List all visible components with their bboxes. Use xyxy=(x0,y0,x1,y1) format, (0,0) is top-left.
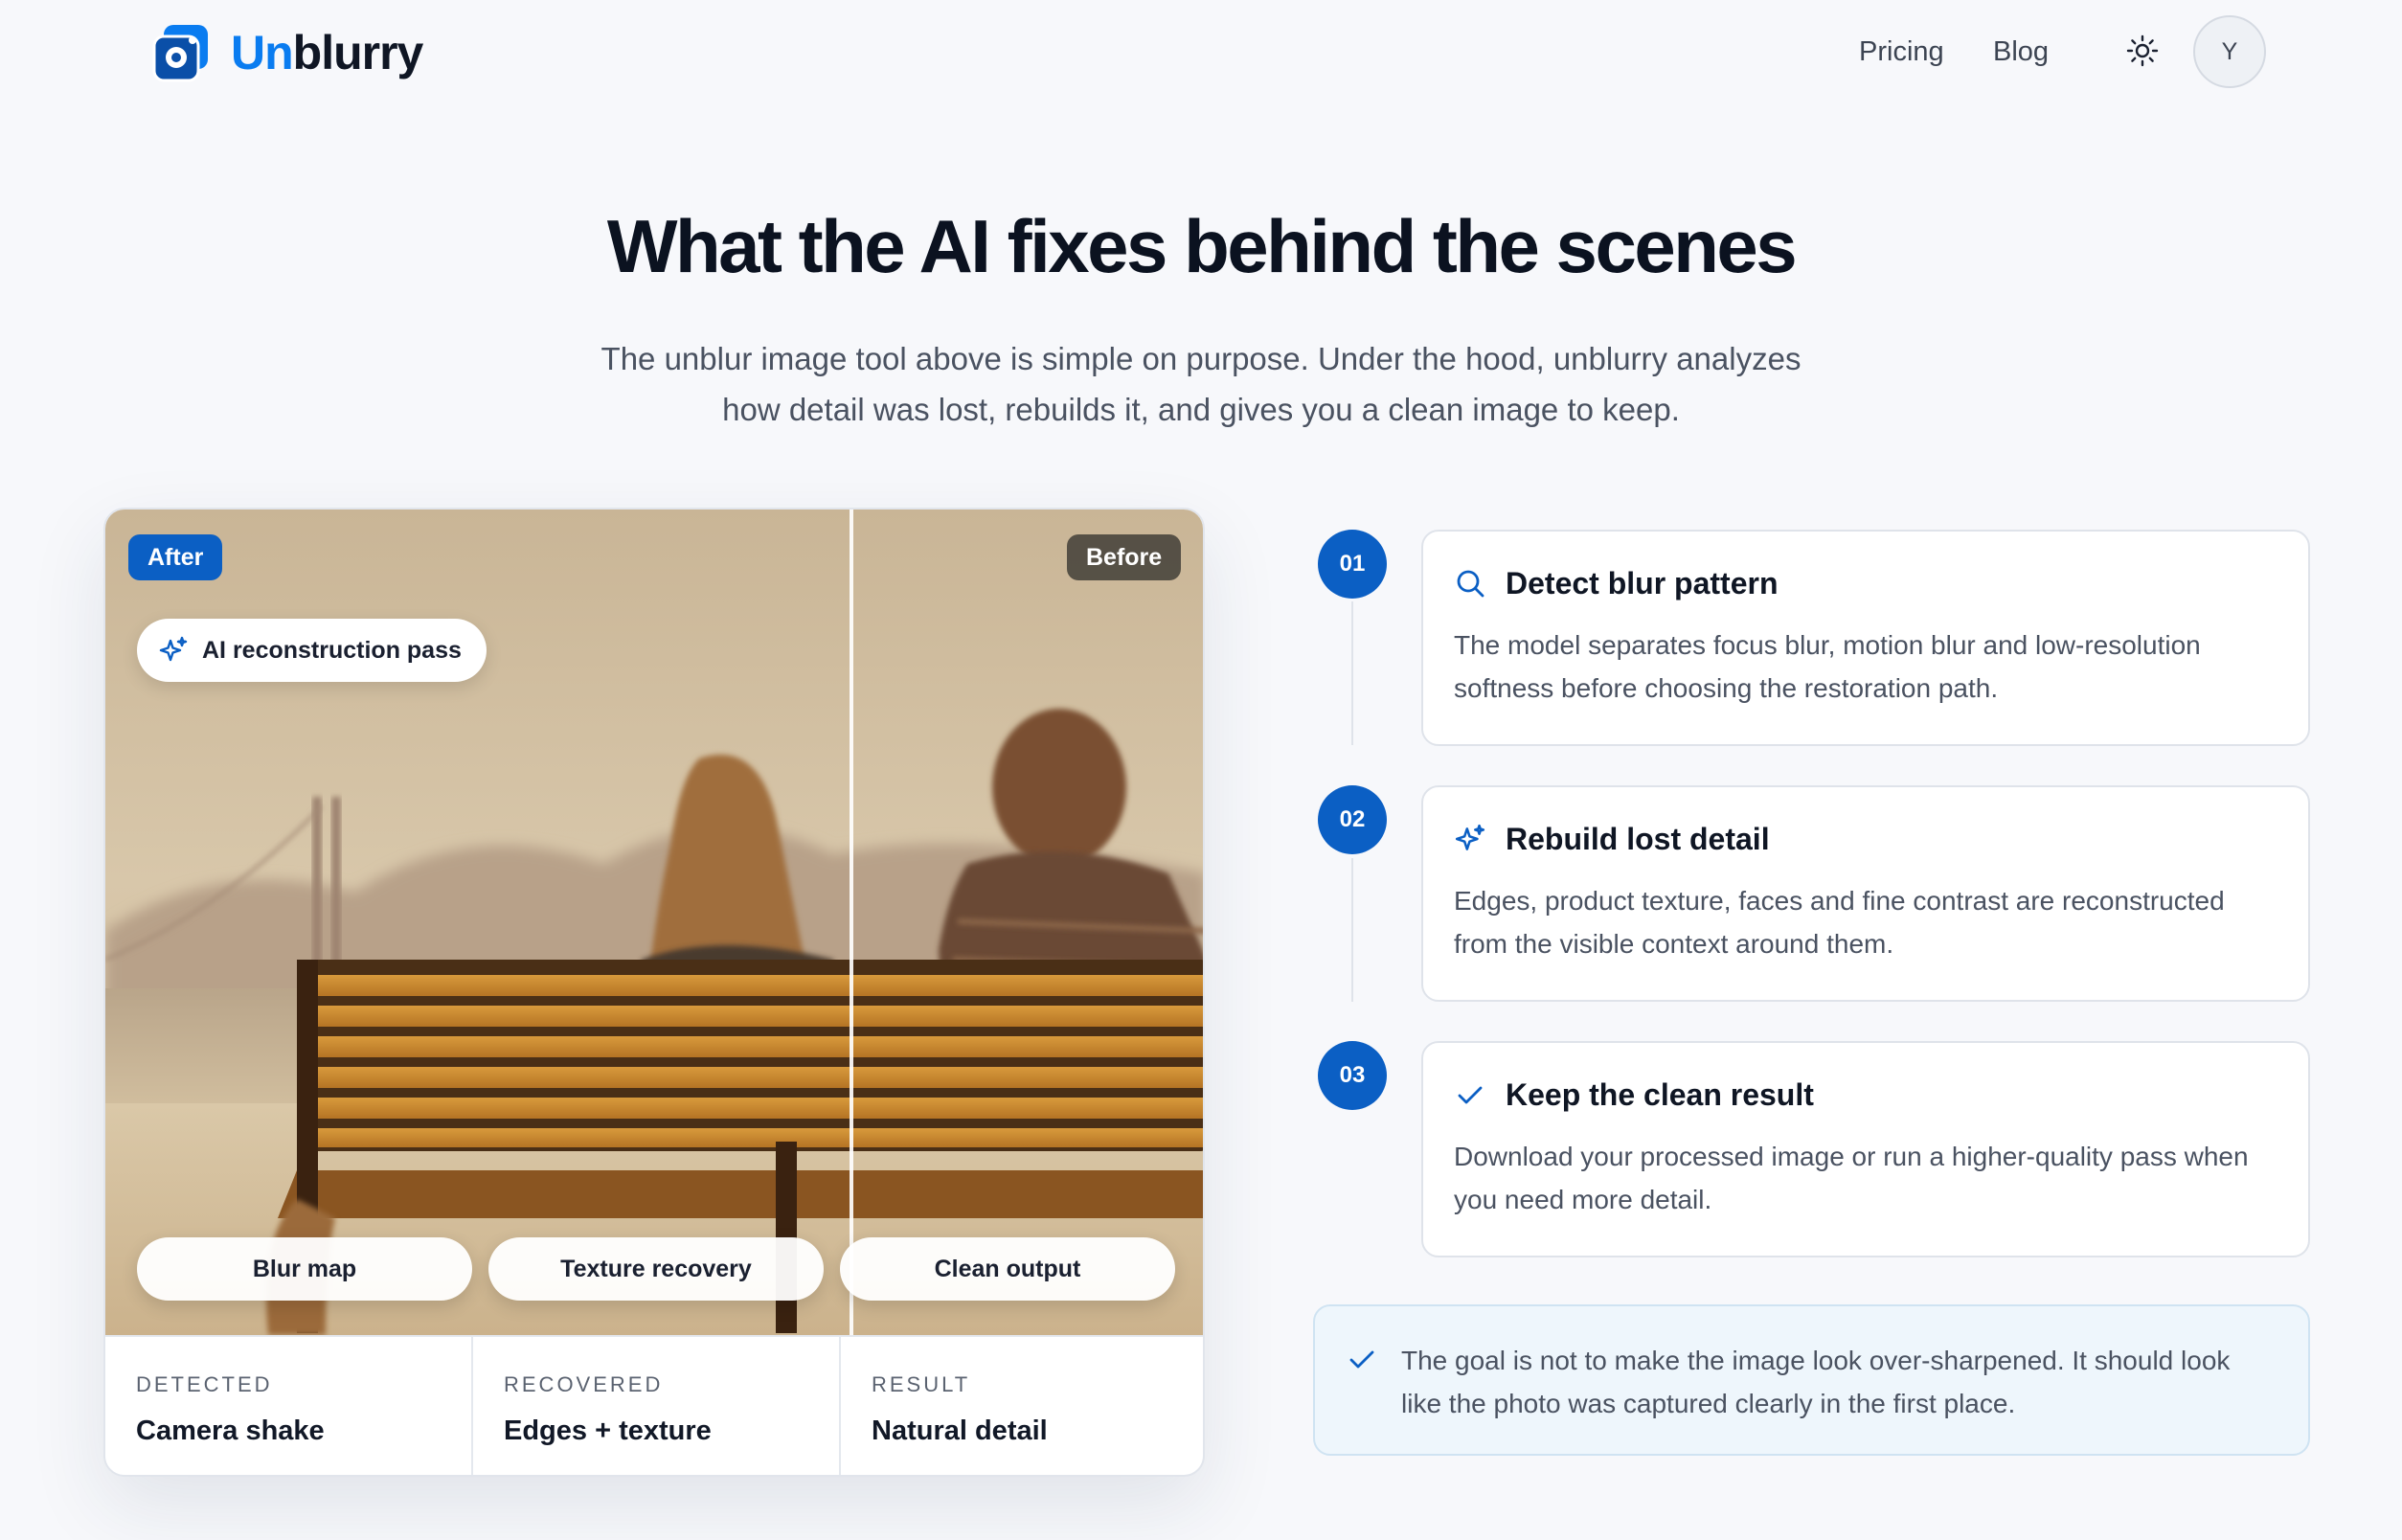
step-number-badge: 02 xyxy=(1318,785,1387,854)
sparkle-icon xyxy=(1455,824,1485,850)
check-icon xyxy=(1349,1350,1374,1369)
ai-reconstruction-pill: AI reconstruction pass xyxy=(137,619,487,682)
step-connector xyxy=(1351,601,1353,745)
check-icon xyxy=(1458,1086,1483,1104)
step-number-badge: 01 xyxy=(1318,530,1387,599)
page: Unblurry Pricing Blog Y What the AI fixe… xyxy=(0,0,2402,1540)
nav-pricing-link[interactable]: Pricing xyxy=(1859,33,1944,71)
stats-row: DETECTED Camera shake RECOVERED Edges + … xyxy=(105,1335,1203,1475)
stat-label: DETECTED xyxy=(136,1372,273,1396)
step-title: Detect blur pattern xyxy=(1506,565,1779,600)
stat-detected: DETECTED Camera shake xyxy=(105,1337,473,1475)
sparkle-icon xyxy=(159,636,188,662)
step-title: Keep the clean result xyxy=(1506,1076,1814,1112)
step-header: Detect blur pattern xyxy=(1454,564,2277,602)
stat-value: Camera shake xyxy=(136,1415,325,1446)
chip-blur-map[interactable]: Blur map xyxy=(137,1237,472,1301)
unblurry-logo-icon xyxy=(152,25,208,82)
avatar-initial: Y xyxy=(2221,37,2238,65)
stat-result: RESULT Natural detail xyxy=(841,1337,1203,1475)
step-description: The model separates focus blur, motion b… xyxy=(1454,630,2201,703)
step-header: Rebuild lost detail xyxy=(1454,820,2277,858)
chip-clean-output[interactable]: Clean output xyxy=(840,1237,1175,1301)
step-description: Edges, product texture, faces and fine c… xyxy=(1454,886,2225,959)
step-description: Download your processed image or run a h… xyxy=(1454,1142,2249,1214)
section-title: What the AI fixes behind the scenes xyxy=(606,204,1798,288)
step-number-badge: 03 xyxy=(1318,1041,1387,1110)
goal-note: The goal is not to make the image look o… xyxy=(1313,1304,2310,1456)
step-connector xyxy=(1351,858,1353,1002)
before-badge: Before xyxy=(1067,534,1182,580)
step-card-detect: Detect blur pattern The model separates … xyxy=(1421,530,2310,746)
chip-texture-recovery[interactable]: Texture recovery xyxy=(488,1237,824,1301)
theme-toggle-button[interactable] xyxy=(2120,29,2164,73)
stat-value: Edges + texture xyxy=(504,1415,712,1446)
stat-recovered: RECOVERED Edges + texture xyxy=(473,1337,841,1475)
step-title: Rebuild lost detail xyxy=(1506,821,1770,856)
compare-slider-handle[interactable] xyxy=(850,510,853,1335)
goal-note-text: The goal is not to make the image look o… xyxy=(1401,1346,2231,1418)
stat-value: Natural detail xyxy=(872,1415,1048,1446)
before-after-card: After Before AI reconstruction pass Blur… xyxy=(103,508,1205,1477)
step-header: Keep the clean result xyxy=(1454,1076,2277,1114)
step-card-keep: Keep the clean result Download your proc… xyxy=(1421,1041,2310,1257)
after-badge: After xyxy=(128,534,223,580)
user-avatar-button[interactable]: Y xyxy=(2193,15,2266,88)
search-icon xyxy=(1457,570,1484,598)
ai-pill-label: AI reconstruction pass xyxy=(202,636,462,664)
subtitle-line-1: The unblur image tool above is simple on… xyxy=(600,341,1802,376)
subtitle-line-2: how detail was lost, rebuilds it, and gi… xyxy=(722,392,1680,427)
stat-label: RESULT xyxy=(872,1372,971,1396)
site-header: Unblurry Pricing Blog Y xyxy=(0,0,2402,105)
section-subtitle: The unblur image tool above is simple on… xyxy=(531,333,1871,435)
sun-icon xyxy=(2126,34,2159,67)
brand-logo-link[interactable]: Unblurry xyxy=(150,19,423,86)
step-card-rebuild: Rebuild lost detail Edges, product textu… xyxy=(1421,785,2310,1002)
stat-label: RECOVERED xyxy=(504,1372,664,1396)
nav-blog-link[interactable]: Blog xyxy=(1993,33,2049,71)
brand-name: Unblurry xyxy=(231,26,423,79)
